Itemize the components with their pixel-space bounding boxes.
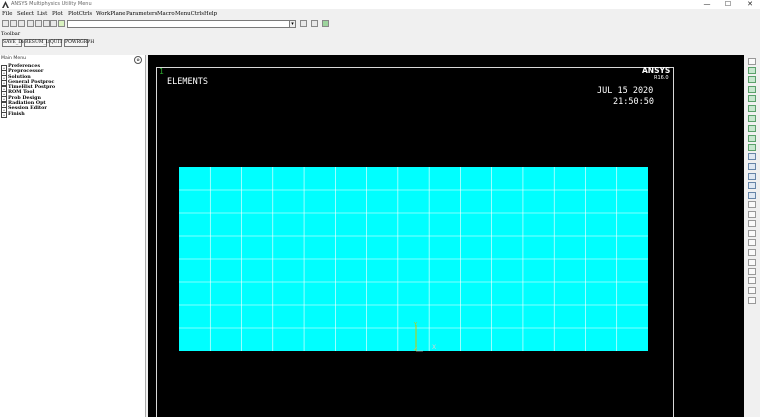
plot-time: 21:50:50: [613, 97, 654, 107]
menu-help[interactable]: Help: [204, 11, 217, 17]
menu-item-finish[interactable]: + Finish: [1, 111, 55, 119]
menu-list[interactable]: List: [37, 11, 47, 17]
standard-toolbar: ▾: [0, 19, 760, 30]
global-triad: Y X: [413, 322, 436, 352]
toolbar-label: Toolbar: [1, 31, 21, 37]
toolbar-settings-icon[interactable]: [322, 20, 329, 27]
rotate-y-icon[interactable]: [748, 249, 756, 256]
rotate-y-neg-icon[interactable]: [748, 277, 756, 284]
menu-macro[interactable]: Macro: [157, 11, 175, 17]
title-bar: ANSYS Multiphysics Utility Menu — ☐ ✕: [0, 0, 760, 9]
zoom-fit-icon[interactable]: [748, 144, 756, 151]
view-iso-icon[interactable]: [748, 58, 756, 65]
view-oblique-icon[interactable]: [748, 125, 756, 132]
window-title: ANSYS Multiphysics Utility Menu: [11, 1, 92, 7]
dynamic-mode-icon[interactable]: [748, 297, 756, 304]
main-menu-tree: + Preferences + Preprocessor + Solution + Ge…: [1, 63, 55, 119]
zoom-back-icon[interactable]: [748, 163, 756, 170]
save-db-button[interactable]: SAVE_DB: [2, 39, 25, 47]
print-icon[interactable]: [50, 20, 57, 27]
menu-workplane[interactable]: WorkPlane: [96, 11, 126, 17]
triad-x-label: X: [432, 344, 436, 351]
resume-db-button[interactable]: RESUM_DB: [24, 39, 53, 47]
zoom-icon[interactable]: [748, 153, 756, 160]
view-user-icon[interactable]: [748, 135, 756, 142]
zoom-in-icon[interactable]: [748, 182, 756, 189]
window-number: 1: [159, 67, 164, 76]
plot-date: JUL 15 2020: [597, 86, 654, 96]
view-front-icon[interactable]: [748, 67, 756, 74]
menu-file[interactable]: File: [2, 11, 12, 17]
expand-icon: +: [1, 112, 7, 119]
minimize-button[interactable]: —: [697, 0, 717, 9]
rotate-z-icon[interactable]: [748, 259, 756, 266]
rotate-x-neg-icon[interactable]: [748, 268, 756, 275]
menu-plot[interactable]: Plot: [52, 11, 63, 17]
pan-zoom-icon[interactable]: [27, 20, 34, 27]
report-icon[interactable]: [43, 20, 50, 27]
ansys-logo: ANSYS: [642, 66, 671, 75]
toggle-icon[interactable]: [300, 20, 307, 27]
save-icon[interactable]: [18, 20, 25, 27]
command-input[interactable]: [67, 20, 295, 28]
new-icon[interactable]: [2, 20, 9, 27]
view-left-icon[interactable]: [748, 115, 756, 122]
zoom-box-icon[interactable]: [748, 173, 756, 180]
rotate-z-neg-icon[interactable]: [748, 287, 756, 294]
menu-plotctrls[interactable]: PlotCtrls: [68, 11, 92, 17]
view-top-icon[interactable]: [748, 76, 756, 83]
menu-menuctrls[interactable]: MenuCtrls: [175, 11, 204, 17]
graphics-window[interactable]: 1 ELEMENTS ANSYS R16.0 JUL 15 2020 21:50…: [148, 55, 744, 417]
open-icon[interactable]: [10, 20, 17, 27]
ansys-app-icon: [2, 1, 9, 8]
view-toolbar: [744, 55, 760, 417]
image-capture-icon[interactable]: [35, 20, 42, 27]
chevron-down-icon[interactable]: ▾: [289, 20, 296, 28]
rotate-x-icon[interactable]: [748, 239, 756, 246]
close-button[interactable]: ✕: [740, 0, 760, 9]
pan-down-icon[interactable]: [748, 230, 756, 237]
menu-bar: File Select List Plot PlotCtrls WorkPlan…: [0, 10, 760, 19]
main-menu-panel: Main Menu ⊗ + Preferences + Preprocessor +…: [0, 55, 146, 417]
view-right-icon[interactable]: [748, 86, 756, 93]
pan-right-icon[interactable]: [748, 211, 756, 218]
zoom-out-icon[interactable]: [748, 192, 756, 199]
plot-title: ELEMENTS: [167, 77, 208, 87]
swap-icon[interactable]: [311, 20, 318, 27]
version-label: R16.0: [654, 75, 669, 81]
quit-button[interactable]: QUIT: [49, 39, 63, 47]
triad-y-label: Y: [413, 322, 418, 328]
collapse-icon[interactable]: ⊗: [134, 56, 142, 64]
main-menu-title: Main Menu: [1, 56, 27, 61]
pan-left-icon[interactable]: [748, 201, 756, 208]
powergraph-button[interactable]: POWRGRPH: [64, 39, 94, 47]
menu-select[interactable]: Select: [17, 11, 34, 17]
pan-up-icon[interactable]: [748, 220, 756, 227]
menu-parameters[interactable]: Parameters: [126, 11, 157, 17]
view-back-icon[interactable]: [748, 95, 756, 102]
view-bottom-icon[interactable]: [748, 105, 756, 112]
maximize-button[interactable]: ☐: [718, 0, 738, 9]
help-icon[interactable]: [58, 20, 65, 27]
